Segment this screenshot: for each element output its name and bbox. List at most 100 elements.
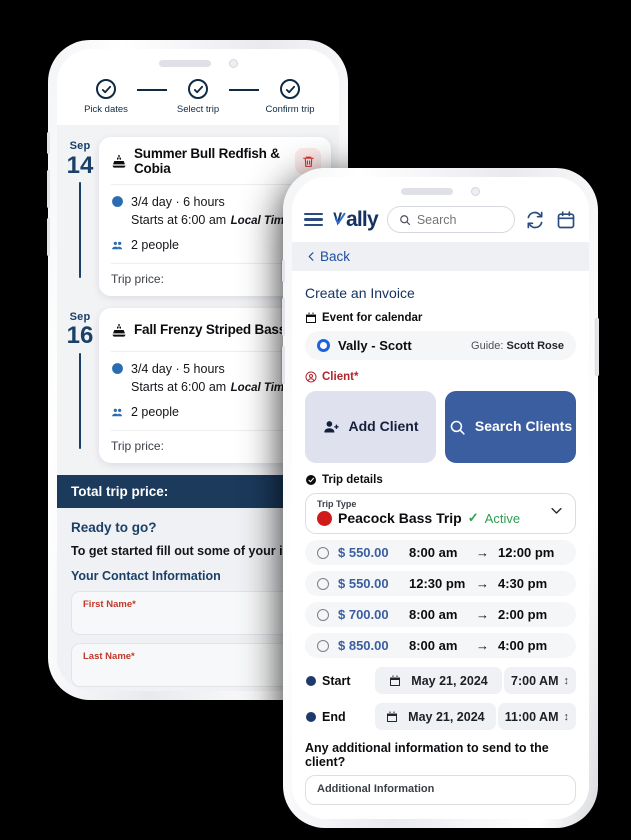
radio-unselected[interactable] (317, 608, 329, 621)
phone-button-volume-down[interactable] (47, 218, 50, 256)
option-price: $ 700.00 (338, 607, 389, 622)
end-date-picker[interactable]: May 21, 2024 (375, 703, 496, 730)
end-controls: May 21, 2024 11:00 AM ↕ (375, 703, 576, 730)
option-price: $ 850.00 (338, 638, 389, 653)
calendar-name: Vally - Scott (338, 338, 412, 353)
trip-type-status: Active (484, 510, 521, 526)
step-connector (137, 89, 167, 91)
radio-unselected[interactable] (317, 546, 329, 559)
info-circle-icon (306, 475, 316, 485)
end-time-stepper[interactable]: 11:00 AM ↕ (497, 703, 576, 730)
step-label: Pick dates (84, 104, 128, 115)
app-logo[interactable]: ally (332, 208, 379, 232)
chevron-down-icon[interactable] (549, 503, 564, 523)
trip-option-row[interactable]: $ 850.00 8:00 am → 4:00 pm (305, 633, 576, 658)
step-confirm-trip[interactable]: Confirm trip (259, 79, 321, 115)
radio-selected[interactable] (317, 339, 330, 352)
trip-details-label: Trip details (322, 474, 383, 486)
phone-notch (57, 49, 339, 71)
guide-name: Scott Rose (506, 339, 564, 352)
guide-info: Guide: Scott Rose (471, 340, 564, 352)
trip-timezone: Local Time (230, 215, 291, 227)
search-clients-button[interactable]: Search Clients (445, 391, 576, 463)
people-icon (112, 408, 123, 417)
option-end-time: 2:00 pm (498, 607, 548, 622)
option-end-time: 4:30 pm (498, 576, 548, 591)
phone-button-mute[interactable] (47, 132, 50, 154)
phone-button-power[interactable] (596, 318, 599, 376)
phone-button-volume-up[interactable] (47, 170, 50, 208)
start-date-picker[interactable]: May 21, 2024 (375, 667, 503, 694)
trip-type-name: Peacock Bass Trip (338, 510, 462, 526)
step-pick-dates[interactable]: Pick dates (75, 79, 137, 115)
option-start-time: 8:00 am (409, 607, 458, 622)
calendar-icon (387, 711, 398, 722)
start-label: Start (305, 674, 367, 688)
search-icon (399, 214, 410, 225)
back-button[interactable]: Back (292, 242, 589, 271)
end-datetime-row: End May 21, 2024 11:00 AM ↕ (305, 703, 576, 730)
speaker-grille (401, 187, 453, 195)
phone-button-volume-up[interactable] (282, 298, 285, 336)
step-label: Select trip (176, 104, 220, 115)
additional-info-input[interactable]: Additional Information (305, 775, 576, 805)
start-time-value: 7:00 AM (511, 673, 559, 688)
calendar-option-row[interactable]: Vally - Scott Guide: Scott Rose (305, 331, 576, 360)
trip-option-row[interactable]: $ 700.00 8:00 am → 2:00 pm (305, 602, 576, 627)
trip-type-field-label: Trip Type (317, 499, 357, 509)
additional-info-placeholder: Additional Information (317, 783, 435, 795)
clock-icon (306, 675, 316, 686)
start-date-value: May 21, 2024 (411, 673, 488, 688)
phone-notch (292, 177, 589, 199)
rail-line (78, 352, 82, 449)
trip-starts: Starts at 6:00 am (131, 379, 227, 394)
active-check-icon: ✓ (467, 510, 479, 525)
event-calendar-label: Event for calendar (322, 312, 423, 324)
refresh-icon[interactable] (524, 209, 546, 231)
stepper-updown-icon[interactable]: ↕ (564, 675, 570, 687)
start-time-stepper[interactable]: 7:00 AM ↕ (504, 667, 576, 694)
trip-title: Summer Bull Redfish & Cobia (134, 146, 280, 176)
page-title: Create an Invoice (305, 285, 415, 301)
trip-people: 2 people (131, 238, 179, 252)
end-date-value: May 21, 2024 (408, 709, 485, 724)
option-start-time: 8:00 am (409, 638, 458, 653)
radio-unselected[interactable] (317, 577, 329, 590)
trip-color-swatch (317, 510, 332, 526)
arrow-right-icon: → (476, 545, 489, 560)
option-end-time: 12:00 pm (498, 545, 555, 560)
rail-line (78, 181, 82, 278)
phone-front: ally Back (282, 168, 599, 828)
stepper-updown-icon[interactable]: ↕ (564, 711, 570, 723)
phone-button-volume-down[interactable] (282, 346, 285, 384)
trip-type-select[interactable]: Trip Type Peacock Bass Trip ✓ Active (305, 493, 576, 534)
start-datetime-row: Start May 21, 2024 7:00 AM ↕ (305, 667, 576, 694)
date-rail: Sep 14 (63, 137, 97, 278)
search-input[interactable] (416, 212, 503, 227)
search-box[interactable] (386, 206, 515, 233)
front-camera (228, 58, 238, 68)
calendar-icon[interactable] (555, 209, 577, 231)
add-client-button[interactable]: Add Client (305, 391, 436, 463)
user-circle-icon (305, 371, 317, 383)
trip-option-row[interactable]: $ 550.00 8:00 am → 12:00 pm (305, 540, 576, 565)
client-section: Client* (305, 371, 576, 383)
trip-option-row[interactable]: $ 550.00 12:30 pm → 4:30 pm (305, 571, 576, 596)
clock-icon (112, 362, 123, 374)
search-clients-label: Search Clients (474, 418, 573, 435)
phone-button-mute[interactable] (282, 260, 285, 282)
app-header: ally (292, 199, 589, 242)
end-time-value: 11:00 AM (504, 709, 559, 724)
hamburger-icon[interactable] (304, 212, 323, 227)
end-label-text: End (322, 709, 346, 724)
trip-starts: Starts at 6:00 am (131, 213, 227, 227)
people-icon (112, 241, 123, 250)
trip-duration: 3/4 day · 6 hours (131, 195, 225, 209)
radio-unselected[interactable] (317, 639, 329, 652)
last-name-label: Last Name* (83, 650, 135, 662)
trip-timezone: Local Time (230, 381, 291, 394)
trip-type-value-row: Peacock Bass Trip ✓ Active (317, 510, 541, 526)
step-select-trip[interactable]: Select trip (167, 79, 229, 115)
boat-icon (111, 153, 127, 169)
trip-card-header: Summer Bull Redfish & Cobia (111, 146, 321, 185)
